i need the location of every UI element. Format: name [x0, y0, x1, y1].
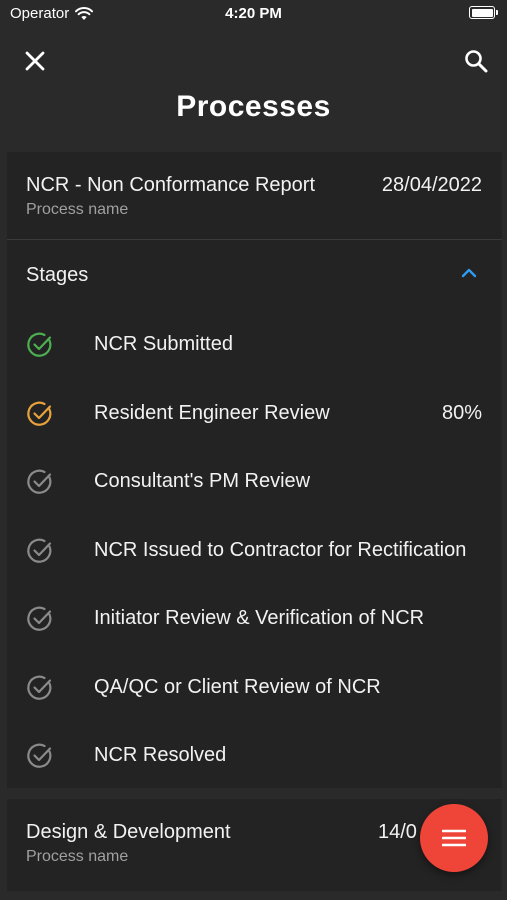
stage-item[interactable]: NCR Submitted [7, 310, 502, 379]
stage-label: Consultant's PM Review [94, 470, 311, 492]
check-circle-icon [27, 401, 52, 426]
stage-item[interactable]: Consultant's PM Review [7, 447, 502, 516]
stage-item[interactable]: NCR Issued to Contractor for Rectificati… [7, 516, 502, 585]
stage-label: NCR Issued to Contractor for Rectificati… [94, 538, 467, 561]
stage-label: QA/QC or Client Review of NCR [94, 675, 381, 698]
check-circle-icon [27, 675, 52, 700]
process-card: NCR - Non Conformance Report Process nam… [7, 152, 502, 788]
process-subtitle: Process name [26, 201, 129, 218]
check-circle-icon [27, 538, 52, 563]
process-name: Design & Development [26, 821, 231, 843]
status-bar: Operator 4:20 PM [0, 0, 507, 28]
stages-label: Stages [26, 264, 89, 286]
process-subtitle: Process name [26, 848, 129, 865]
stage-label: Resident Engineer Review [94, 401, 330, 424]
stage-item[interactable]: NCR Resolved [7, 721, 502, 790]
search-button[interactable] [461, 46, 491, 76]
stage-label: NCR Resolved [94, 744, 227, 766]
check-circle-icon [27, 469, 52, 494]
process-header[interactable]: NCR - Non Conformance Report Process nam… [7, 152, 502, 240]
close-icon [25, 51, 45, 71]
check-circle-icon [27, 332, 52, 357]
page-title: Processes [176, 90, 331, 123]
stage-item[interactable]: Initiator Review & Verification of NCR [7, 584, 502, 653]
check-circle-icon [27, 606, 52, 631]
process-date: 28/04/2022 [381, 174, 482, 196]
process-name: NCR - Non Conformance Report [26, 174, 315, 196]
top-bar [0, 36, 507, 86]
close-button[interactable] [20, 46, 50, 76]
stage-list: NCR Submitted Resident Engineer Review 80%… [7, 310, 502, 790]
chevron-up-icon [461, 268, 477, 278]
menu-icon [442, 829, 466, 847]
stage-label: NCR Submitted [94, 333, 233, 355]
battery-icon [469, 6, 498, 19]
stage-item[interactable]: QA/QC or Client Review of NCR [7, 653, 502, 722]
stages-toggle[interactable]: Stages [7, 240, 502, 310]
status-time: 4:20 PM [225, 5, 282, 22]
stage-item[interactable]: Resident Engineer Review 80% [7, 379, 502, 448]
check-circle-icon [27, 743, 52, 768]
process-date: 14/0 [378, 821, 417, 843]
stage-percent: 80% [441, 401, 482, 424]
stage-label: Initiator Review & Verification of NCR [94, 607, 425, 629]
menu-fab-button[interactable] [420, 804, 488, 872]
search-icon [465, 50, 488, 73]
